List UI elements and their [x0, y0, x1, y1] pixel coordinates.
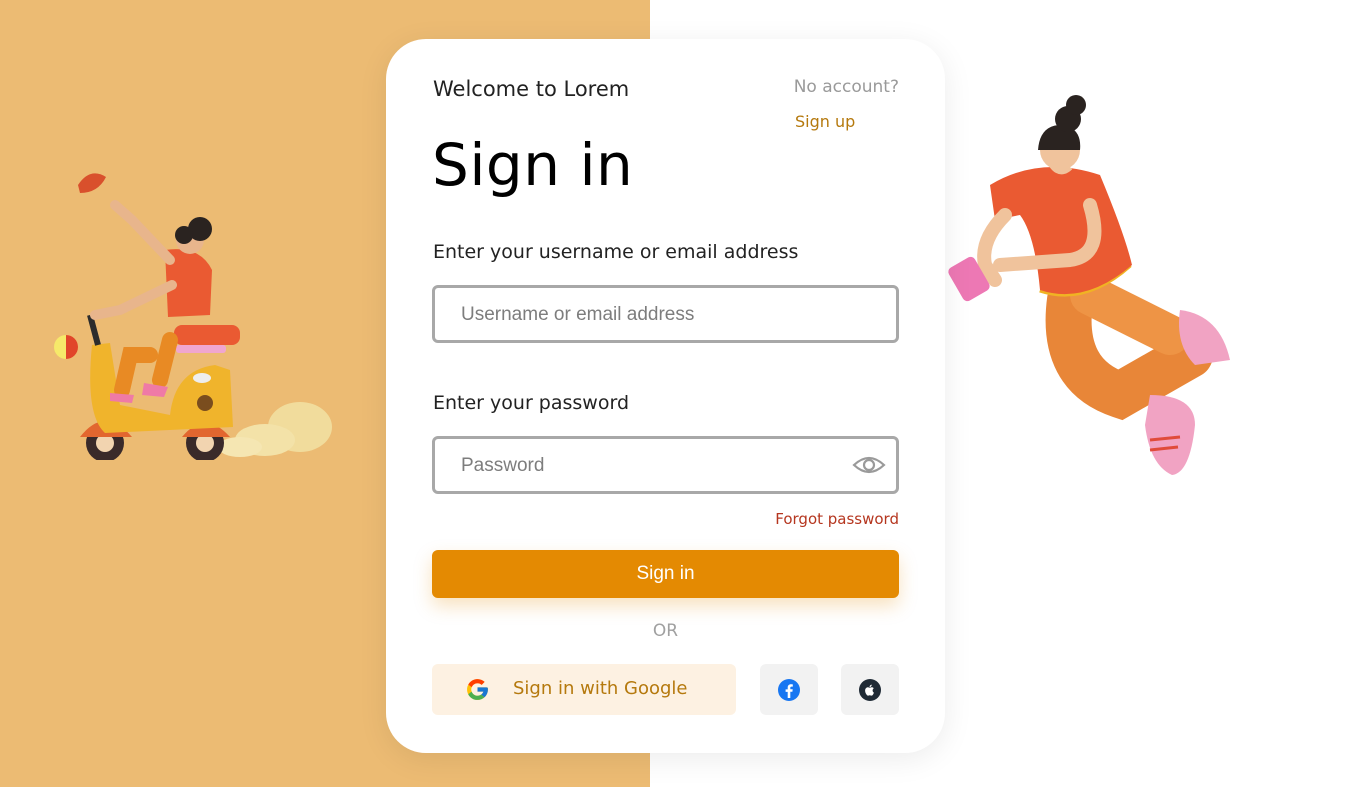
apple-icon [859, 679, 881, 701]
password-field-wrapper [432, 436, 899, 494]
eye-icon[interactable] [852, 452, 886, 478]
facebook-icon [778, 679, 800, 701]
page-title: Sign in [432, 131, 634, 199]
password-input[interactable] [459, 439, 843, 493]
username-field-wrapper [432, 285, 899, 343]
username-input[interactable] [459, 288, 843, 342]
jumping-woman-illustration [948, 95, 1230, 475]
username-label: Enter your username or email address [433, 241, 799, 263]
no-account-text: No account? [793, 77, 899, 97]
sign-up-link[interactable]: Sign up [795, 112, 855, 131]
password-label: Enter your password [433, 392, 630, 414]
scooter-rider-illustration [54, 173, 332, 460]
google-icon [467, 679, 488, 700]
sign-in-card: Welcome to Lorem No account? Sign up Sig… [386, 39, 945, 753]
facebook-sign-in-button[interactable] [760, 664, 818, 715]
or-divider: OR [652, 621, 679, 641]
apple-sign-in-button[interactable] [841, 664, 899, 715]
sign-in-button[interactable]: Sign in [432, 550, 899, 598]
forgot-password-link[interactable]: Forgot password [775, 510, 899, 528]
google-sign-in-label: Sign in with Google [513, 678, 688, 699]
welcome-text: Welcome to Lorem [433, 77, 630, 101]
google-sign-in-button[interactable]: Sign in with Google [432, 664, 736, 715]
